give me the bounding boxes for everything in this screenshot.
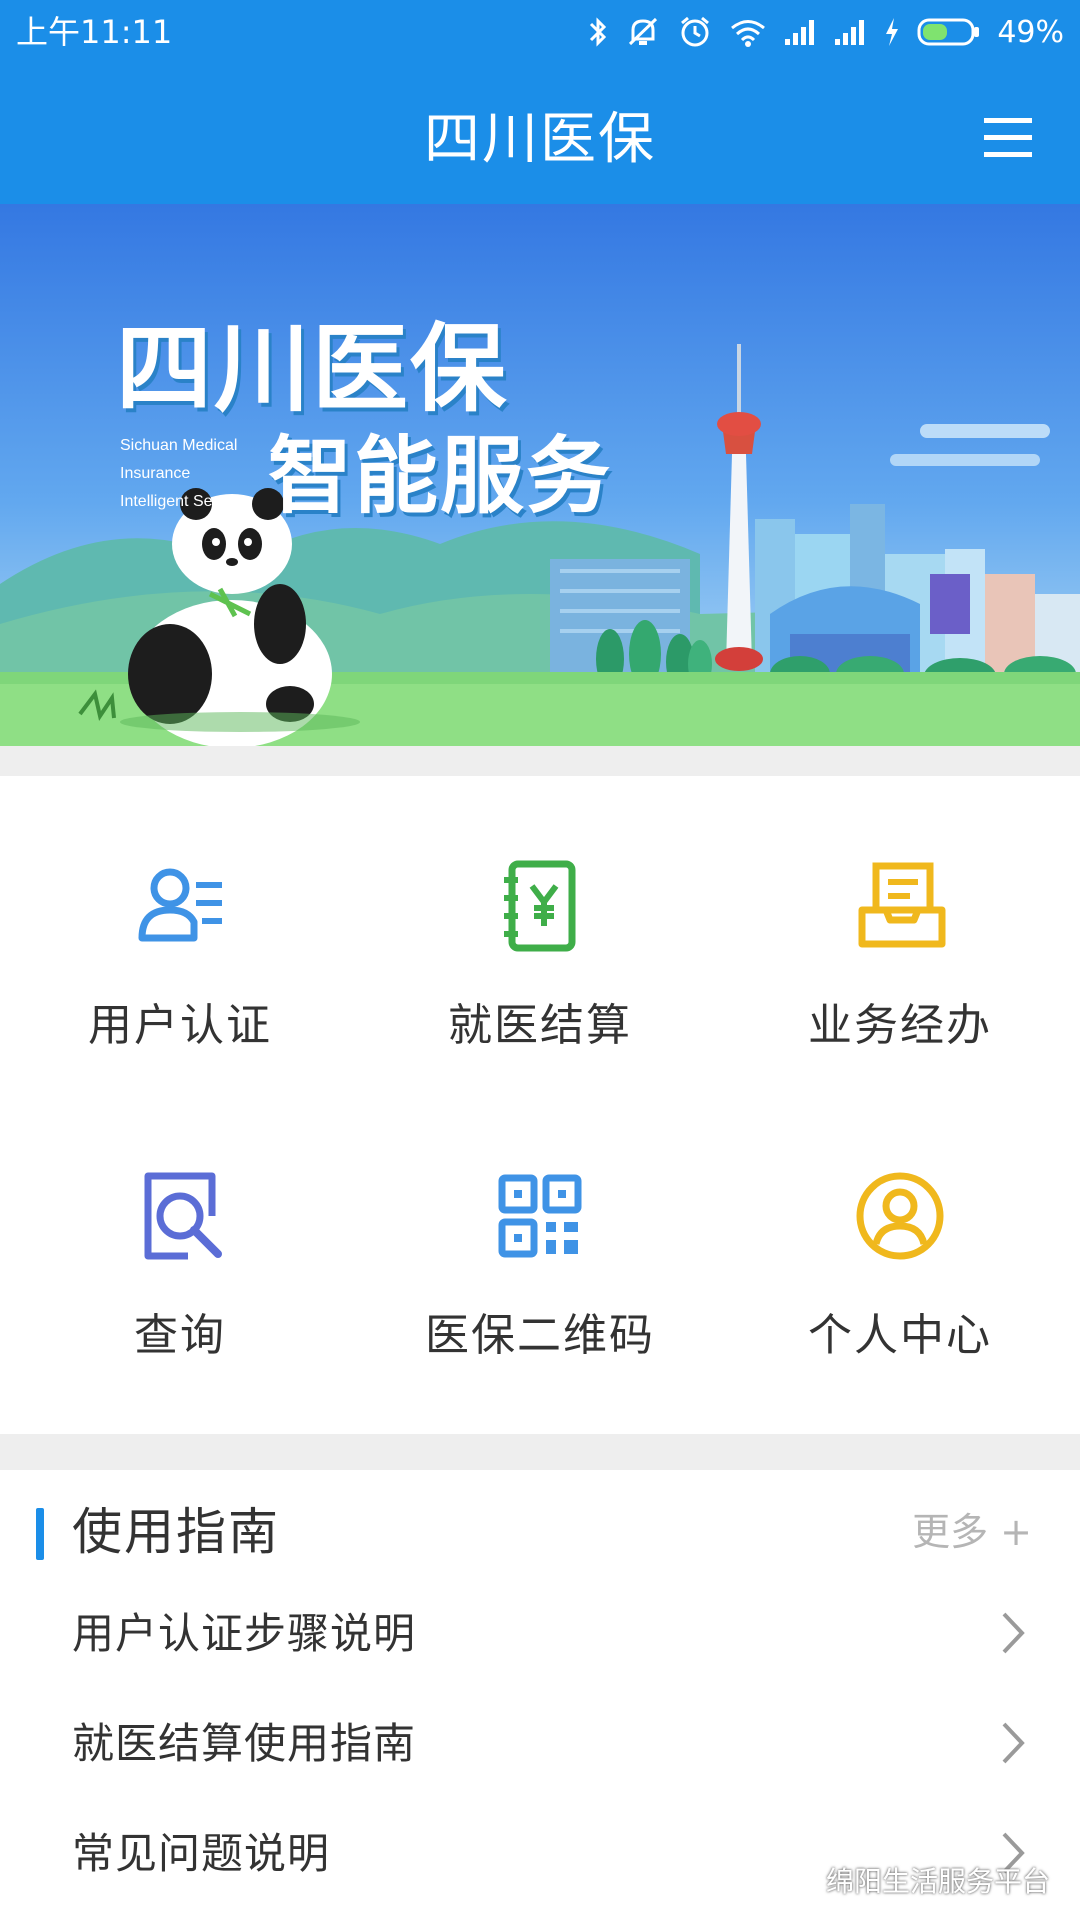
person-circle-icon xyxy=(856,1172,944,1260)
chevron-right-icon xyxy=(1002,1722,1025,1764)
grid-item-personal-center[interactable]: 个人中心 xyxy=(720,1106,1080,1406)
chevron-right-icon xyxy=(1002,1612,1025,1654)
signal-icon xyxy=(785,20,815,45)
grid-item-business[interactable]: 业务经办 xyxy=(720,796,1080,1096)
page-title: 四川医保 xyxy=(424,107,656,172)
bluetooth-icon xyxy=(590,17,607,47)
guide-item-user-auth-steps[interactable]: 用户认证步骤说明 xyxy=(0,1580,1080,1690)
guide-item-settlement-guide[interactable]: 就医结算使用指南 xyxy=(0,1690,1080,1800)
wechat-icon xyxy=(782,1866,818,1894)
divider xyxy=(0,746,1080,776)
qr-code-icon xyxy=(498,1174,582,1258)
grid-item-label: 查询 xyxy=(134,1310,226,1361)
more-link[interactable]: 更多 + xyxy=(912,1504,1032,1560)
watermark: 绵阳生活服务平台 xyxy=(782,1860,1050,1900)
grid-item-query[interactable]: 查询 xyxy=(0,1106,360,1406)
charging-icon xyxy=(886,18,899,46)
grid-item-settlement[interactable]: 就医结算 xyxy=(360,796,720,1096)
status-icons: 49% xyxy=(587,6,1064,58)
guide-item-label: 常见问题说明 xyxy=(72,1829,331,1878)
grid-item-user-auth[interactable]: 用户认证 xyxy=(0,796,360,1096)
grid-item-label: 医保二维码 xyxy=(425,1310,655,1361)
signal-icon xyxy=(835,20,865,45)
guide-title: 使用指南 xyxy=(72,1503,280,1561)
banner-english-line: Sichuan Medical xyxy=(120,437,238,454)
divider xyxy=(0,1434,1080,1470)
watermark-text: 绵阳生活服务平台 xyxy=(825,1865,1050,1898)
app-bar: 四川医保 xyxy=(0,80,1080,204)
alarm-icon xyxy=(681,16,710,47)
status-bar: 上午11:11 49% xyxy=(0,0,1080,64)
guide-item-label: 就医结算使用指南 xyxy=(72,1719,417,1768)
service-grid: 用户认证 就医结算 业务经办 查询 医保二维码 个人中心 xyxy=(0,776,1080,1434)
menu-icon[interactable] xyxy=(980,110,1036,166)
banner-english: Sichuan Medical Insurance Intelligent Se… xyxy=(120,432,246,516)
search-icon xyxy=(144,1172,222,1260)
battery-percent: 49% xyxy=(997,14,1064,50)
banner-subtitle: 智能服务 xyxy=(268,427,613,525)
status-time: 上午11:11 xyxy=(16,13,173,51)
inbox-document-icon xyxy=(858,862,946,948)
grid-item-label: 就医结算 xyxy=(448,1000,632,1051)
header: 上午11:11 49% 四川医保 xyxy=(0,0,1080,204)
banner-title: 四川医保 xyxy=(116,313,508,425)
grid-item-label: 个人中心 xyxy=(808,1310,992,1361)
wifi-icon xyxy=(731,20,766,47)
grid-item-qr-code[interactable]: 医保二维码 xyxy=(360,1106,720,1406)
guide-section: 使用指南 更多 + 用户认证步骤说明 就医结算使用指南 常见问题说明 绵阳生活服… xyxy=(0,1470,1080,1920)
ledger-yen-icon xyxy=(504,860,576,952)
banner[interactable]: 四川医保 Sichuan Medical Insurance Intellige… xyxy=(0,204,1080,746)
banner-english-line: Insurance xyxy=(120,465,191,482)
grid-item-label: 业务经办 xyxy=(808,1000,992,1051)
guide-item-label: 用户认证步骤说明 xyxy=(72,1609,417,1658)
user-list-icon xyxy=(138,868,222,942)
battery-icon xyxy=(917,18,980,46)
grid-item-label: 用户认证 xyxy=(88,1000,272,1051)
banner-english-line: Intelligent Service xyxy=(120,493,247,510)
section-accent-bar xyxy=(36,1508,44,1560)
mute-icon xyxy=(629,17,658,46)
